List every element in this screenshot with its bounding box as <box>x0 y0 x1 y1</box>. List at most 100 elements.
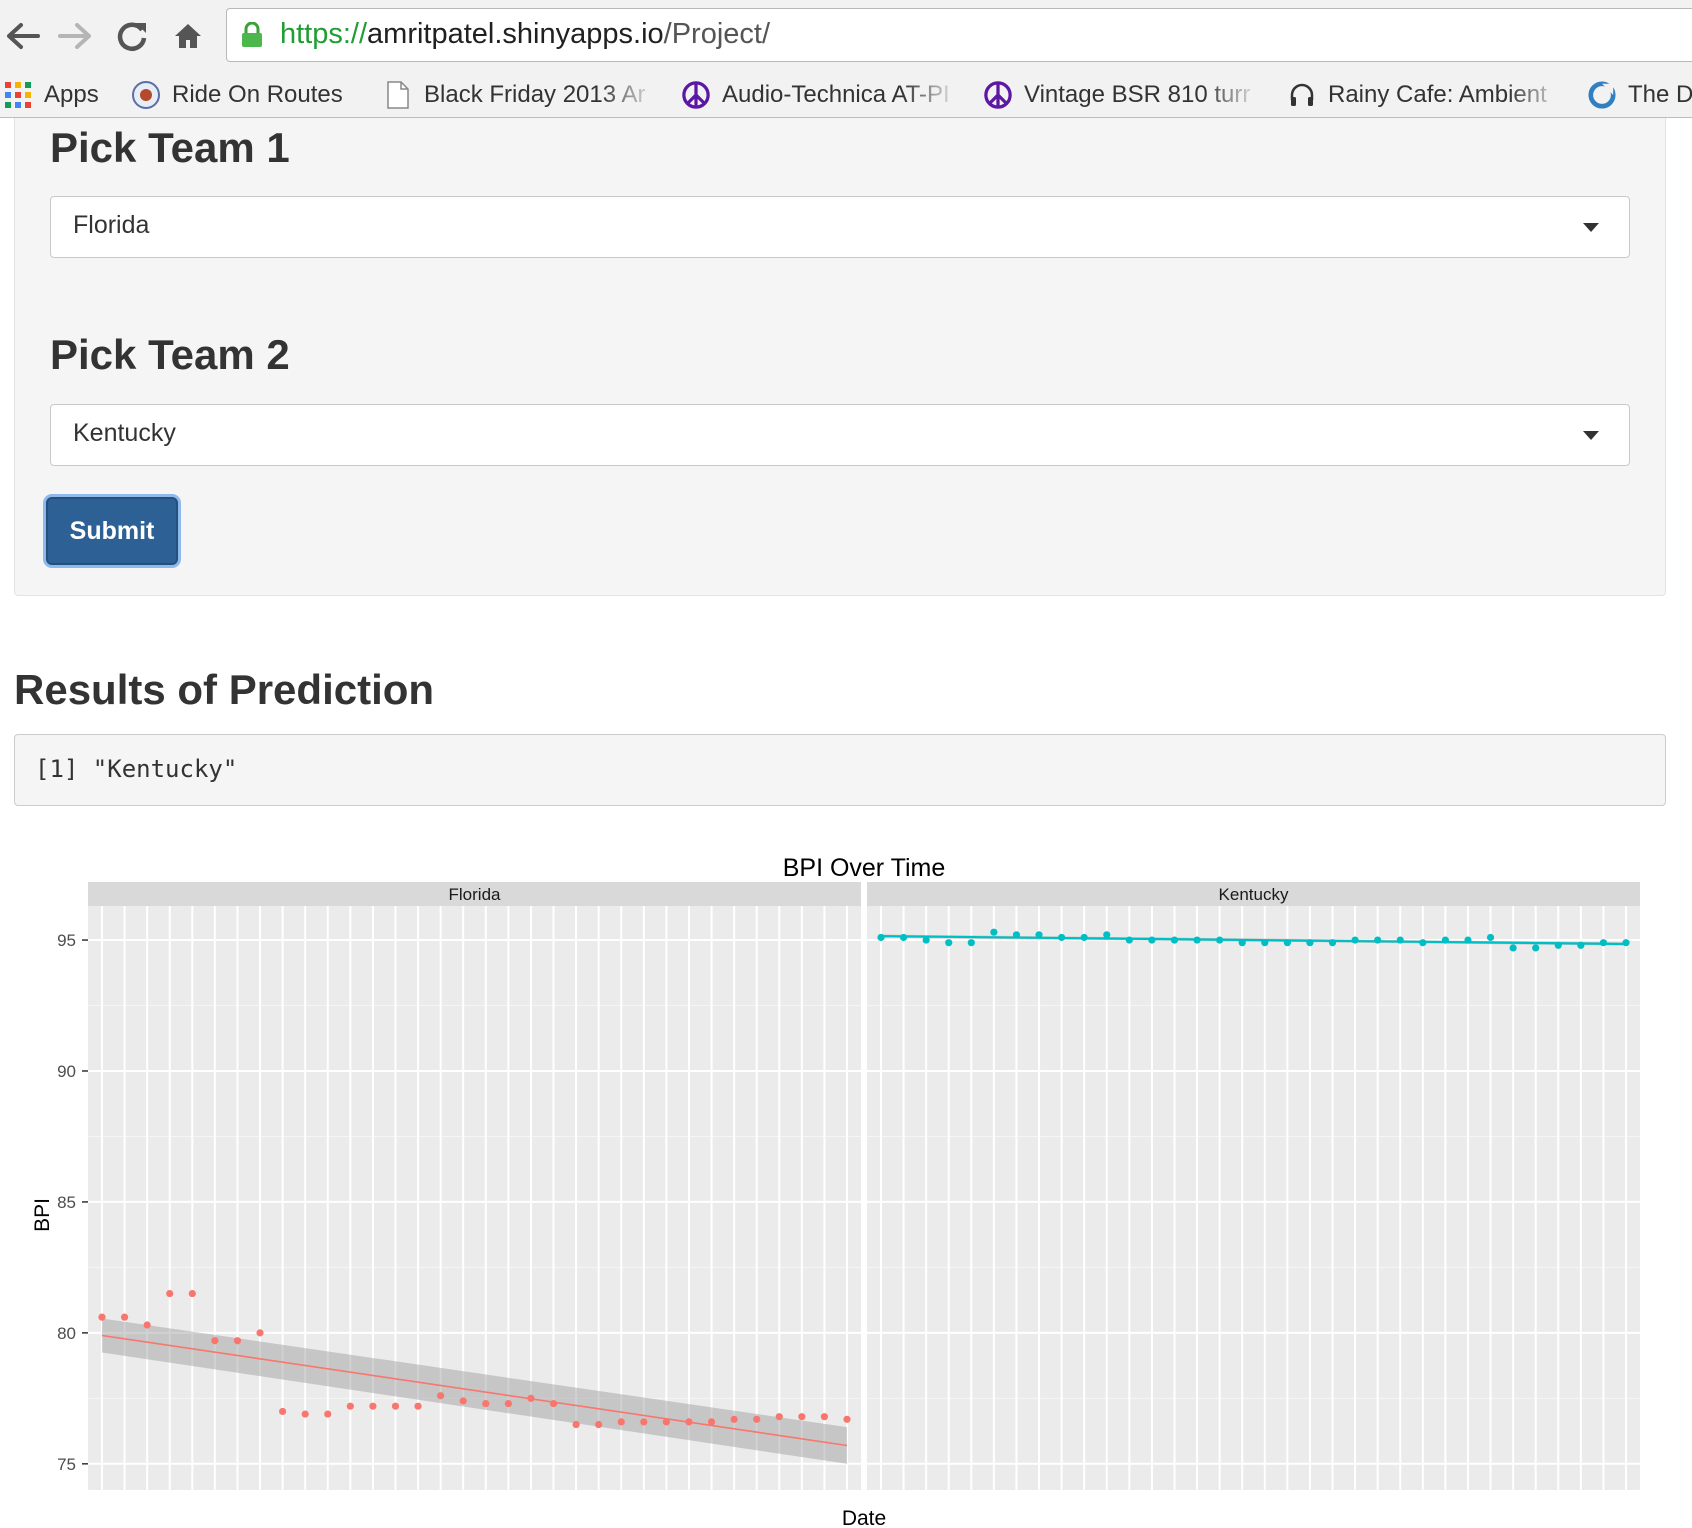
data-point <box>324 1410 332 1418</box>
data-point <box>1080 933 1088 942</box>
data-point <box>1058 933 1066 942</box>
data-point <box>640 1418 648 1426</box>
data-point <box>391 1402 400 1410</box>
url-text[interactable]: https://amritpatel.shinyapps.io/Project/ <box>280 18 770 51</box>
y-axis-label: BPI <box>31 1198 54 1232</box>
apps-grid-icon <box>4 81 32 109</box>
data-point <box>967 939 975 947</box>
headphones-icon <box>1288 81 1316 109</box>
data-point <box>120 1313 129 1321</box>
data-point <box>572 1420 580 1429</box>
data-point <box>945 939 953 947</box>
data-point <box>990 928 998 936</box>
data-point <box>98 1313 106 1321</box>
data-point <box>1532 944 1540 952</box>
facet-panel-florida: Florida <box>88 882 861 1490</box>
y-tick-label: 90 <box>57 1062 76 1081</box>
data-point <box>877 933 885 942</box>
data-point <box>1441 936 1449 944</box>
data-point <box>301 1410 309 1418</box>
team1-selected-value: Florida <box>73 211 150 239</box>
document-icon <box>384 81 412 109</box>
data-point <box>798 1413 806 1421</box>
data-point <box>527 1394 535 1402</box>
y-tick-label: 80 <box>57 1324 76 1343</box>
data-point <box>143 1321 151 1329</box>
bookmark-label: Ride On Routes <box>172 81 343 108</box>
data-point <box>1396 936 1404 944</box>
facet-panel-kentucky: Kentucky <box>867 882 1640 1490</box>
data-point <box>1486 933 1495 942</box>
peace-icon <box>984 81 1012 109</box>
bookmark-black-friday[interactable]: Black Friday 2013 Ar <box>384 72 656 118</box>
url-host: amritpatel.shinyapps.io <box>367 18 664 50</box>
data-point <box>1464 936 1472 944</box>
address-bar[interactable]: https://amritpatel.shinyapps.io/Project/ <box>226 8 1692 62</box>
data-point <box>1238 939 1246 947</box>
bookmark-audio-technica[interactable]: Audio-Technica AT-PI <box>682 72 958 118</box>
data-point <box>1035 931 1043 939</box>
data-point <box>1125 936 1133 944</box>
data-point <box>1554 941 1562 949</box>
data-point <box>1170 936 1179 944</box>
data-point <box>1103 931 1111 939</box>
reload-icon[interactable] <box>110 16 154 56</box>
submit-button[interactable]: Submit <box>46 497 178 565</box>
data-point <box>662 1418 670 1426</box>
prediction-output-text: [1] "Kentucky" <box>35 755 238 783</box>
data-point <box>504 1399 512 1408</box>
data-point <box>369 1402 377 1410</box>
data-point <box>1328 939 1337 947</box>
bookmark-apps[interactable]: Apps <box>4 72 124 118</box>
ride-on-seal-icon <box>132 81 160 109</box>
blue-circle-icon <box>1588 81 1616 109</box>
data-point <box>211 1337 219 1345</box>
peace-icon <box>682 81 710 109</box>
data-point <box>482 1399 490 1408</box>
bookmarks-bar: Apps Ride On Routes Black Friday 2013 Ar… <box>0 72 1692 118</box>
bookmark-rainy-cafe[interactable]: Rainy Cafe: Ambient <box>1288 72 1564 118</box>
bookmark-label: Vintage BSR 810 turr <box>1024 81 1251 108</box>
team1-select[interactable]: Florida <box>50 196 1630 258</box>
team2-select[interactable]: Kentucky <box>50 404 1630 466</box>
data-point <box>820 1413 829 1421</box>
url-scheme: https:// <box>280 18 368 50</box>
bookmark-vintage-bsr[interactable]: Vintage BSR 810 turr <box>984 72 1260 118</box>
x-axis-label: Date <box>842 1507 886 1528</box>
data-point <box>1351 936 1359 944</box>
data-point <box>1193 936 1201 944</box>
data-point <box>899 933 908 942</box>
facet-strip-label: Florida <box>449 885 502 904</box>
data-point <box>1419 939 1427 947</box>
data-point <box>1599 939 1608 947</box>
home-icon[interactable] <box>166 16 210 56</box>
data-point <box>595 1420 603 1429</box>
data-point <box>1148 936 1156 944</box>
data-point <box>256 1329 264 1337</box>
back-icon[interactable] <box>0 16 44 56</box>
bookmark-label: Apps <box>44 81 99 108</box>
chevron-down-icon <box>1583 431 1599 440</box>
bookmark-label: The D <box>1628 81 1692 108</box>
data-point <box>414 1402 422 1410</box>
data-point <box>233 1337 242 1345</box>
data-point <box>1622 939 1630 947</box>
prediction-output: [1] "Kentucky" <box>14 734 1666 806</box>
data-point <box>1374 936 1382 944</box>
bookmark-the-d[interactable]: The D <box>1588 72 1692 118</box>
forward-icon[interactable] <box>54 16 98 56</box>
data-point <box>346 1402 354 1410</box>
data-point <box>843 1415 851 1423</box>
data-point <box>1012 931 1021 939</box>
team2-selected-value: Kentucky <box>73 419 176 447</box>
data-point <box>707 1418 716 1426</box>
lock-icon <box>242 22 262 47</box>
data-point <box>922 936 930 944</box>
team2-label: Pick Team 2 <box>50 331 290 378</box>
data-point <box>188 1289 196 1298</box>
bookmark-ride-on-routes[interactable]: Ride On Routes <box>132 72 360 118</box>
bookmark-label: Rainy Cafe: Ambient <box>1328 81 1547 108</box>
data-point <box>617 1418 625 1426</box>
data-point <box>279 1407 287 1416</box>
data-point <box>437 1392 445 1400</box>
